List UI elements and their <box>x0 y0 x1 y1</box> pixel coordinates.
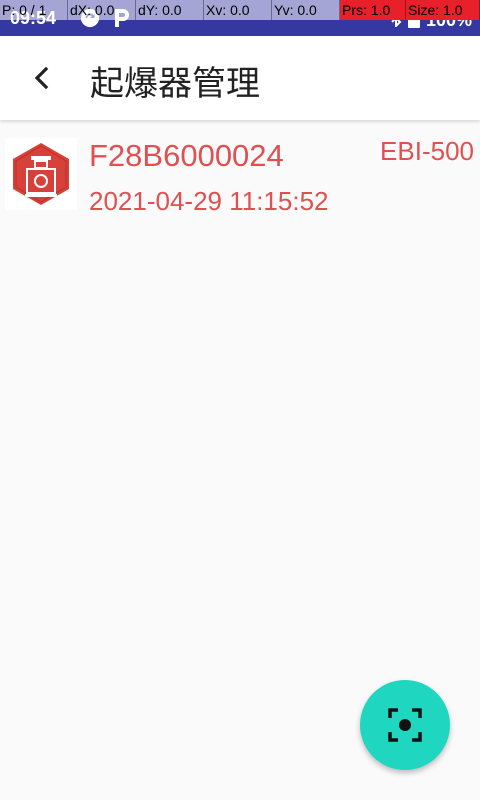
chevron-left-icon <box>34 66 49 90</box>
overlay-pointer-count: P: 0 / 1 <box>0 0 68 20</box>
overlay-dy: dY: 0.0 <box>136 0 204 20</box>
app-bar: 起爆器管理 <box>0 36 480 120</box>
overlay-dx: dX: 0.0 <box>68 0 136 20</box>
overlay-pressure: Prs: 1.0 <box>340 0 406 20</box>
device-id: F28B6000024 <box>89 138 284 173</box>
page-title: 起爆器管理 <box>90 64 260 104</box>
overlay-xv: Xv: 0.0 <box>204 0 272 20</box>
scan-icon <box>388 708 422 742</box>
device-thumbnail <box>5 138 77 210</box>
pointer-location-overlay: P: 0 / 1 dX: 0.0 dY: 0.0 Xv: 0.0 Yv: 0.0… <box>0 0 480 20</box>
overlay-size: Size: 1.0 <box>406 0 480 20</box>
detonator-icon <box>13 143 69 205</box>
device-list-item[interactable]: F28B6000024 EBI-500 2021-04-29 11:15:52 <box>0 130 480 226</box>
device-model: EBI-500 <box>380 136 474 166</box>
back-button[interactable] <box>22 58 62 98</box>
overlay-yv: Yv: 0.0 <box>272 0 340 20</box>
device-timestamp: 2021-04-29 11:15:52 <box>89 186 329 216</box>
scan-button[interactable] <box>360 680 450 770</box>
